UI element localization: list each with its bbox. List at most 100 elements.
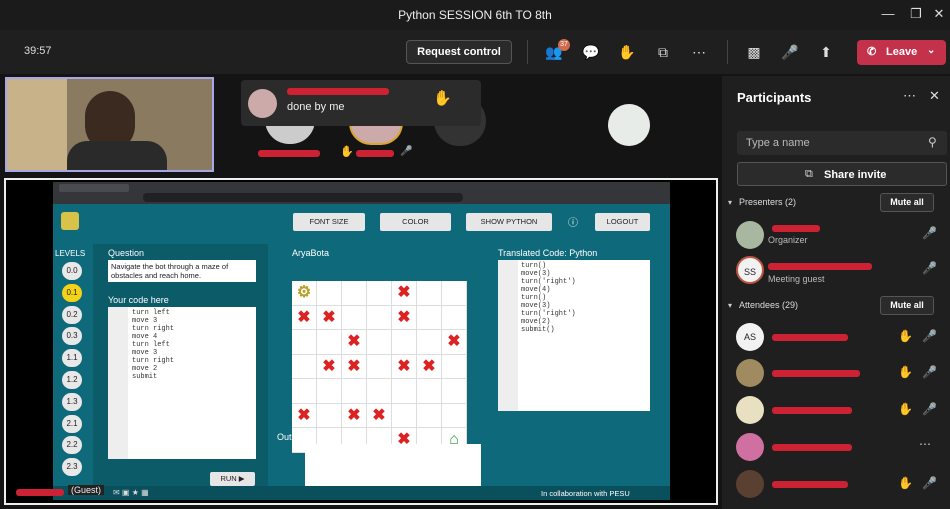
avatar [248, 89, 277, 118]
presenter-name [16, 489, 64, 496]
code-line: turn() [521, 262, 547, 270]
code-editor[interactable]: turn left move 3 turn right move 4 turn left… [108, 307, 256, 459]
level-button[interactable]: 2.2 [62, 436, 82, 455]
level-button[interactable]: 0.0 [62, 262, 82, 280]
title-bar: Python SESSION 6th TO 8th — ❐ ✕ [0, 0, 950, 30]
chevron-down-icon[interactable]: ⌄ [927, 45, 935, 56]
code-line: move 2 [132, 365, 158, 373]
mic-off-icon[interactable]: 🎤 [922, 476, 937, 490]
code-line: turn('right') [521, 278, 576, 286]
participant-row[interactable]: AS ✋ 🎤 [732, 323, 947, 353]
obstacle-icon: ✖ [442, 330, 467, 355]
participant-row[interactable]: SS Meeting guest 🎤 [732, 256, 947, 286]
grid-cell [292, 330, 317, 355]
social-icons[interactable]: ✉ ▣ ★ ▦ [113, 488, 149, 497]
grid-title: AryaBota [292, 248, 330, 258]
obstacle-icon: ✖ [392, 281, 417, 306]
level-button[interactable]: 2.3 [62, 458, 82, 477]
participant-row[interactable]: ✋ 🎤 [732, 359, 947, 389]
obstacle-icon: ✖ [292, 403, 317, 428]
rooms-icon[interactable]: ⧉ [652, 42, 674, 62]
level-button[interactable]: 1.2 [62, 371, 82, 389]
grid-cell [367, 379, 392, 404]
font-size-button[interactable]: FONT SIZE [293, 213, 365, 231]
avatar [736, 359, 764, 387]
mic-off-icon[interactable]: 🎤 [922, 365, 937, 379]
mic-off-icon[interactable]: 🎤 [779, 42, 801, 62]
mute-all-presenters-button[interactable]: Mute all [880, 193, 934, 212]
more-options-icon[interactable]: ⋯ [903, 88, 916, 104]
close-icon[interactable]: ✕ [929, 6, 949, 22]
level-button[interactable]: 2.1 [62, 414, 82, 433]
request-control-button[interactable]: Request control [406, 40, 512, 64]
code-line: move(3) [521, 270, 551, 278]
minimize-icon[interactable]: — [878, 6, 898, 21]
obstacle-icon: ✖ [417, 354, 442, 379]
maximize-icon[interactable]: ❐ [906, 6, 926, 22]
show-python-button[interactable]: SHOW PYTHON [466, 213, 552, 231]
code-line: submit() [521, 326, 555, 334]
mic-off-icon[interactable]: 🎤 [922, 329, 937, 343]
collapse-presenters-icon[interactable]: ▾ [728, 198, 732, 207]
code-line: move 3 [132, 317, 158, 325]
window-title: Python SESSION 6th TO 8th [398, 8, 552, 22]
color-button[interactable]: COLOR [380, 213, 451, 231]
participant-row[interactable]: ✋ 🎤 [732, 470, 947, 500]
meeting-toolbar: 39:57 Request control 👥 37 💬 ✋ ⧉ ⋯ ▩ 🎤 ⬆… [0, 30, 950, 74]
maze-grid: ⚙ ✖ ✖ ✖ ✖ ✖ ✖ ✖ ✖ ✖ ✖ ✖ ✖ ✖ ✖ ⌂ [292, 281, 467, 453]
mic-icon[interactable]: 🎤 [922, 261, 937, 275]
share-invite-label: Share invite [824, 169, 887, 181]
chat-icon[interactable]: 💬 [580, 42, 602, 62]
self-video-tile[interactable] [5, 77, 214, 172]
more-options-icon[interactable]: ⋯ [688, 42, 710, 62]
grid-cell [392, 330, 417, 355]
share-invite-button[interactable]: ⧉ Share invite [737, 162, 947, 186]
obstacle-icon: ✖ [342, 330, 367, 355]
participant-row[interactable]: Organizer 🎤 [732, 221, 947, 251]
participant-name [772, 370, 860, 377]
search-icon[interactable]: ⚲ [928, 135, 937, 149]
chat-notification[interactable]: done by me ✋ [241, 80, 481, 126]
mute-all-attendees-button[interactable]: Mute all [880, 296, 934, 315]
code-line: move 4 [132, 333, 158, 341]
share-screen-icon[interactable]: ⬆ [815, 42, 837, 62]
level-button[interactable]: 0.1 [62, 283, 82, 302]
grid-cell [442, 403, 467, 428]
mic-off-icon[interactable]: 🎤 [922, 226, 937, 240]
grid-cell [442, 354, 467, 379]
obstacle-icon: ✖ [342, 354, 367, 379]
grid-cell [442, 281, 467, 306]
more-options-icon[interactable]: ⋯ [919, 437, 931, 451]
info-icon[interactable]: ⓘ [568, 214, 578, 229]
grid-cell [442, 305, 467, 330]
grid-cell [342, 281, 367, 306]
grid-cell [392, 403, 417, 428]
participant-name [772, 334, 848, 341]
grid-cell [367, 305, 392, 330]
meeting-timer: 39:57 [24, 45, 52, 57]
level-button[interactable]: 0.3 [62, 327, 82, 346]
participant-name [356, 150, 394, 157]
mic-off-icon[interactable]: 🎤 [922, 402, 937, 416]
camera-off-icon[interactable]: ▩ [743, 42, 765, 62]
leave-button[interactable]: ✆ Leave ⌄ [857, 40, 946, 65]
collapse-attendees-icon[interactable]: ▾ [728, 301, 732, 310]
code-line: turn right [132, 325, 175, 333]
participants-count-badge: 37 [558, 39, 570, 51]
level-button[interactable]: 1.3 [62, 392, 82, 411]
search-input[interactable]: Type a name ⚲ [737, 131, 947, 155]
grid-cell [292, 379, 317, 404]
grid-cell [317, 330, 342, 355]
level-button[interactable]: 1.1 [62, 349, 82, 368]
translated-title: Translated Code: Python [498, 248, 598, 258]
reactions-icon[interactable]: ✋ [616, 42, 638, 62]
participant-row[interactable]: ✋ 🎤 [732, 396, 947, 426]
guest-label: (Guest) [68, 485, 105, 495]
grid-cell [342, 305, 367, 330]
run-button[interactable]: RUN ▶ [210, 472, 255, 486]
level-button[interactable]: 0.2 [62, 305, 82, 324]
participant-row[interactable]: ⋯ [732, 433, 947, 463]
logout-button[interactable]: LOGOUT [595, 213, 650, 231]
close-pane-icon[interactable]: ✕ [929, 88, 940, 104]
obstacle-icon: ✖ [317, 354, 342, 379]
